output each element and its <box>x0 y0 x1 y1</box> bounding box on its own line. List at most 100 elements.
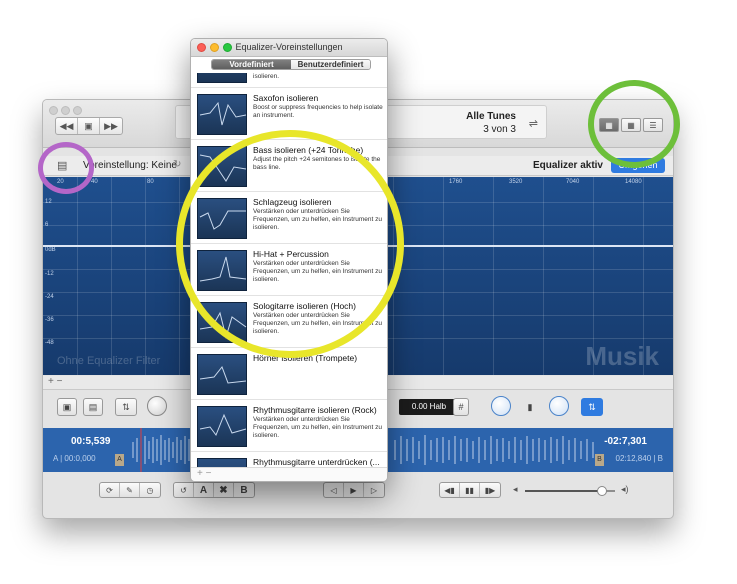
view-list-icon[interactable]: ☰ <box>643 118 663 132</box>
preset-title: Rhythmusgitarre unterdrücken (... <box>253 457 380 467</box>
jump-back-icon[interactable]: ◀▮ <box>440 483 460 497</box>
preset-thumb <box>197 198 247 239</box>
preset-label: Voreinstellung: Keine <box>83 160 177 171</box>
db-label: -12 <box>45 271 54 277</box>
b-point-button[interactable]: B <box>234 483 254 497</box>
preset-item[interactable]: Rhythmusgitarre isolieren (Rock) Verstär… <box>191 401 387 452</box>
freq-label: 1760 <box>449 179 463 185</box>
presets-title: Equalizer-Voreinstellungen <box>235 42 343 52</box>
shuffle-icon[interactable]: ⇌ <box>529 117 538 130</box>
preset-desc: Adjust the pitch +24 semitones to isolat… <box>253 156 381 172</box>
preset-thumb <box>197 354 247 395</box>
preset-thumb <box>197 302 247 343</box>
fine-tune-knob[interactable] <box>549 396 569 416</box>
lcd-subtitle: 3 von 3 <box>483 124 516 135</box>
db-label: 0dB <box>45 247 56 253</box>
freq-label: 3520 <box>509 179 523 185</box>
freq-label: 7040 <box>566 179 580 185</box>
db-label: -36 <box>45 317 54 323</box>
preset-item[interactable]: Hi-Hat + Percussion Verstärken oder unte… <box>191 245 387 296</box>
jump-group: ◀▮ ▮▮ ▮▶ <box>439 482 501 498</box>
pitch-knob[interactable] <box>491 396 511 416</box>
loop-group: ⟳ ✎ ◷ <box>99 482 161 498</box>
preset-title: Hörner isolieren (Trompete) <box>253 353 358 363</box>
preset-title: Rhythmusgitarre isolieren (Rock) <box>253 405 377 415</box>
bookmark-icon[interactable]: ▤ <box>83 398 103 416</box>
preset-item[interactable]: Sologitarre isolieren (Hoch) Verstärken … <box>191 297 387 348</box>
save-icon[interactable]: ▣ <box>57 398 77 416</box>
marker-a[interactable]: A <box>115 454 124 466</box>
jump-forward-icon[interactable]: ▮▶ <box>480 483 500 497</box>
watermark-right: Musik <box>585 341 659 371</box>
preset-thumb <box>197 94 247 135</box>
time-elapsed: 00:5,539 <box>71 436 111 447</box>
db-label: -24 <box>45 294 54 300</box>
lock-icon[interactable]: ▮ <box>525 398 535 416</box>
prev-icon[interactable]: ◁ <box>324 483 344 497</box>
preset-item[interactable]: Frequenzen, um zu helfen, ein Instrument… <box>191 73 387 88</box>
play-icon[interactable]: ▶ <box>344 483 364 497</box>
speed-knob[interactable] <box>147 396 167 416</box>
preset-item[interactable]: Saxofon isolieren Boost or suppress freq… <box>191 89 387 140</box>
preset-title: Bass isolieren (+24 Tonhöhe) <box>253 145 364 155</box>
preset-desc: Frequenzen, um zu helfen, ein Instrument… <box>253 73 280 81</box>
preset-item[interactable]: Bass isolieren (+24 Tonhöhe) Adjust the … <box>191 141 387 192</box>
freq-label: 40 <box>91 179 98 185</box>
tab-custom[interactable]: Benutzerdefiniert <box>291 60 370 69</box>
volume-slider[interactable] <box>525 486 615 496</box>
tab-predefined[interactable]: Vordefiniert <box>212 60 291 69</box>
preset-thumb <box>197 406 247 447</box>
preset-title: Sologitarre isolieren (Hoch) <box>253 301 356 311</box>
play-toggle-icon[interactable]: ▣ <box>78 118 100 134</box>
clear-ab-button[interactable]: ✖ <box>214 483 234 497</box>
preset-title: Saxofon isolieren <box>253 93 319 103</box>
volume-thumb[interactable] <box>596 486 607 496</box>
jump-mark-icon[interactable]: ▮▮ <box>460 483 480 497</box>
time-start: A | 00:0,000 <box>53 454 96 463</box>
time-remaining: -02:7,301 <box>604 436 647 447</box>
preset-desc: Boost or suppress frequencies to help is… <box>253 104 383 120</box>
pitch-display: 0.00 Halb <box>399 399 459 415</box>
minimize-dot[interactable] <box>61 106 70 115</box>
presets-add-remove[interactable]: + − <box>191 467 387 481</box>
mixer-icon[interactable]: ⇅ <box>115 398 137 416</box>
rewind-icon[interactable]: ◀◀ <box>56 118 78 134</box>
presets-titlebar: Equalizer-Voreinstellungen <box>191 39 387 57</box>
volume-low-icon: ◂ <box>513 484 518 494</box>
freq-label: 14080 <box>625 179 642 185</box>
preset-desc: Verstärken oder unterdrücken Sie Frequen… <box>253 208 382 232</box>
presets-list-icon[interactable]: ▤ <box>57 159 67 172</box>
preset-item[interactable]: Schlagzeug isolieren Verstärken oder unt… <box>191 193 387 244</box>
preset-thumb <box>197 73 247 83</box>
bypass-button[interactable]: Umgehen <box>611 158 665 173</box>
next-icon[interactable]: ▷ <box>364 483 384 497</box>
marker-b[interactable]: B <box>595 454 604 466</box>
transport-nav-group: ◀◀ ▣ ▶▶ <box>55 117 123 135</box>
loop-icon[interactable]: ⟳ <box>100 483 120 497</box>
sharp-button[interactable]: # <box>453 398 469 416</box>
volume-fill <box>525 490 602 492</box>
view-eq-icon[interactable]: ▦ <box>599 118 619 132</box>
view-grid-icon[interactable]: ▦ <box>621 118 641 132</box>
preset-desc: Verstärken oder unterdrücken Sie Frequen… <box>253 260 382 284</box>
reset-icon[interactable]: ↻ <box>173 159 181 170</box>
playback-group: ◁ ▶ ▷ <box>323 482 385 498</box>
watermark-left: Ohne Equalizer Filter <box>57 355 161 367</box>
preset-thumb <box>197 146 247 187</box>
abx-group: ↺ A ✖ B <box>173 482 255 498</box>
db-label: 12 <box>45 199 52 205</box>
a-point-button[interactable]: A <box>194 483 214 497</box>
timer-icon[interactable]: ◷ <box>140 483 160 497</box>
zoom-dot[interactable] <box>73 106 82 115</box>
eq-toggle-icon[interactable]: ⇅ <box>581 398 603 416</box>
db-label: 6 <box>45 222 49 228</box>
preset-item[interactable]: Hörner isolieren (Trompete) <box>191 349 387 400</box>
preset-desc: Verstärken oder unterdrücken Sie Frequen… <box>253 416 382 440</box>
forward-icon[interactable]: ▶▶ <box>100 118 122 134</box>
freq-label: 80 <box>147 179 154 185</box>
preset-tabs: Vordefiniert Benutzerdefiniert <box>211 59 371 70</box>
close-dot[interactable] <box>49 106 58 115</box>
loop-edit-icon[interactable]: ✎ <box>120 483 140 497</box>
rewind-small-icon[interactable]: ↺ <box>174 483 194 497</box>
preset-desc: Verstärken oder unterdrücken Sie Frequen… <box>253 312 382 336</box>
